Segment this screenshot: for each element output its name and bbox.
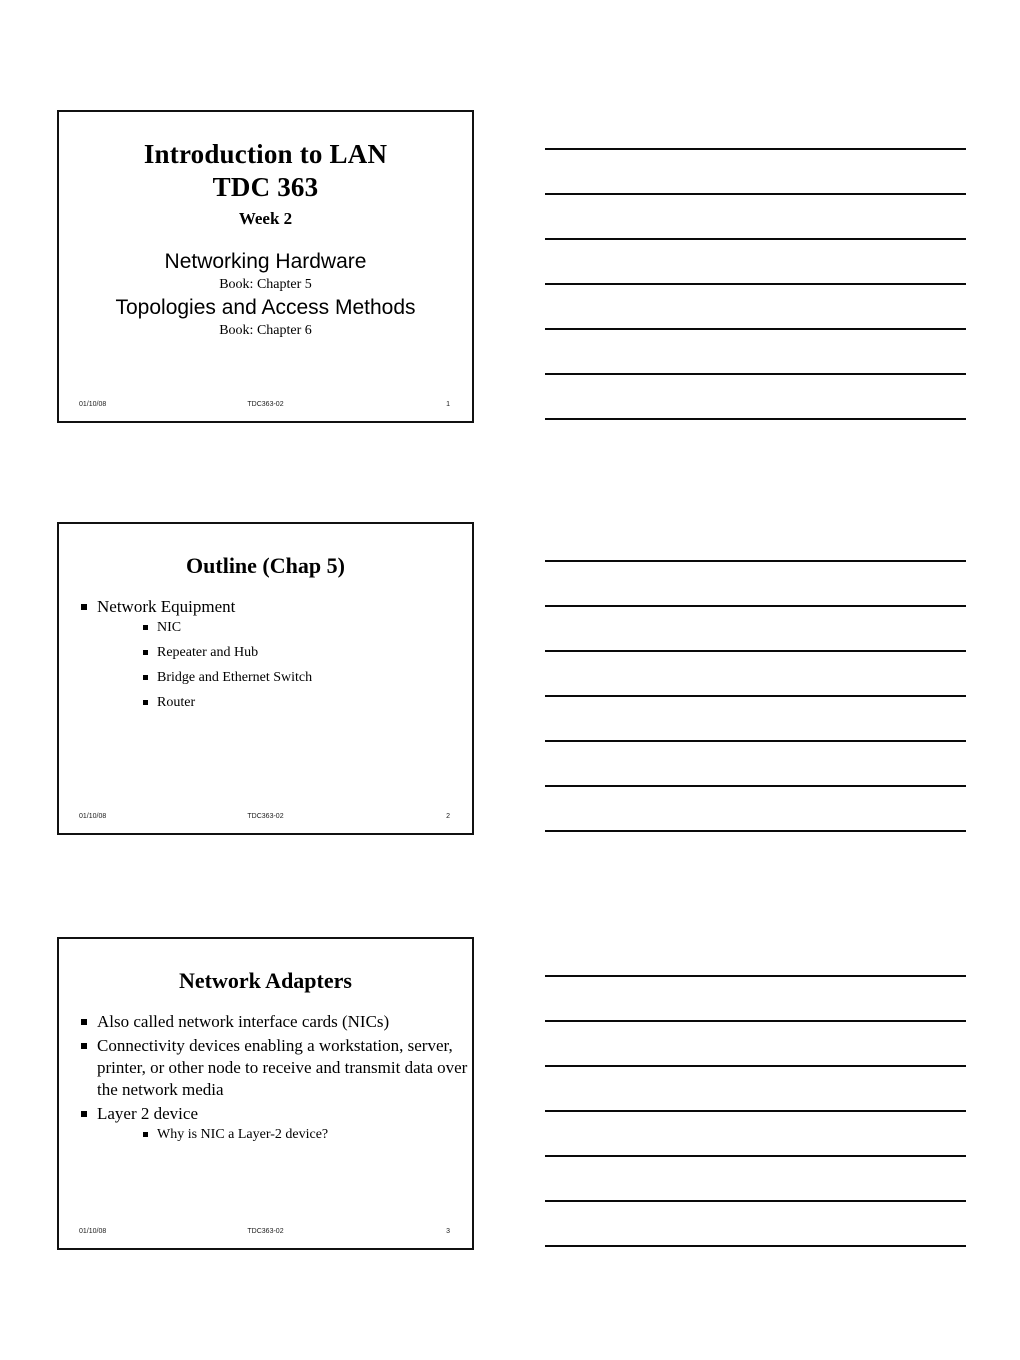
slide-3-footer: 01/10/08 TDC363-02 3	[59, 1228, 472, 1242]
slide-2-body: Outline (Chap 5) Network Equipment NIC R…	[59, 524, 472, 807]
bullet-text: Also called network interface cards (NIC…	[97, 1012, 390, 1031]
square-bullet-icon	[143, 650, 148, 655]
sub-bullet-item: Router	[97, 693, 472, 713]
handout-page: Introduction to LAN TDC 363 Week 2 Netwo…	[0, 0, 1020, 1360]
sub-bullet-item: Why is NIC a Layer-2 device?	[97, 1125, 472, 1145]
slide-2-footer-code: TDC363-02	[247, 813, 284, 820]
note-line	[545, 1110, 966, 1112]
square-bullet-icon	[143, 1132, 148, 1137]
bullet-item: Layer 2 device Why is NIC a Layer-2 devi…	[59, 1103, 472, 1145]
note-line	[545, 740, 966, 742]
note-line	[545, 975, 966, 977]
sub-bullet-list: Why is NIC a Layer-2 device?	[97, 1125, 472, 1145]
notes-area-3[interactable]	[545, 937, 966, 1250]
bullet-item: Network Equipment NIC Repeater and Hub B…	[59, 596, 472, 713]
note-line	[545, 238, 966, 240]
sub-bullet-text: NIC	[157, 620, 182, 635]
note-line	[545, 1245, 966, 1247]
slide-1-title-line-1: Introduction to LAN	[143, 139, 388, 169]
sub-bullet-text: Bridge and Ethernet Switch	[157, 670, 313, 685]
square-bullet-icon	[81, 604, 87, 610]
slide-1-title-line-2: TDC 363	[212, 172, 319, 202]
slide-1-footer-code: TDC363-02	[247, 401, 284, 408]
sub-bullet-item: Repeater and Hub	[97, 643, 472, 663]
bullet-text: Connectivity devices enabling a workstat…	[97, 1036, 468, 1099]
slide-1-book-2: Book: Chapter 6	[219, 323, 312, 338]
note-line	[545, 650, 966, 652]
note-line	[545, 1020, 966, 1022]
bullet-text: Network Equipment	[97, 597, 236, 616]
sub-bullet-text: Router	[157, 695, 196, 710]
slide-3-body: Network Adapters Also called network int…	[59, 939, 472, 1222]
square-bullet-icon	[81, 1019, 87, 1025]
slide-3[interactable]: Network Adapters Also called network int…	[57, 937, 474, 1250]
note-line	[545, 560, 966, 562]
note-line	[545, 193, 966, 195]
sub-bullet-text: Repeater and Hub	[157, 645, 259, 660]
slide-3-footer-code: TDC363-02	[247, 1228, 284, 1235]
note-line	[545, 373, 966, 375]
slide-1-subtitle-2: Topologies and Access Methods	[115, 296, 416, 319]
note-line	[545, 328, 966, 330]
slide-1-subtitle-1: Networking Hardware	[164, 250, 367, 273]
slide-2-bullet-list: Network Equipment NIC Repeater and Hub B…	[59, 596, 472, 713]
slide-2-title: Outline (Chap 5)	[186, 553, 345, 578]
square-bullet-icon	[81, 1111, 87, 1117]
note-line	[545, 283, 966, 285]
slide-2[interactable]: Outline (Chap 5) Network Equipment NIC R…	[57, 522, 474, 835]
slide-1-book-1: Book: Chapter 5	[219, 277, 312, 292]
note-line	[545, 1065, 966, 1067]
sub-bullet-item: Bridge and Ethernet Switch	[97, 668, 472, 688]
note-line	[545, 695, 966, 697]
slide-1-week: Week 2	[238, 209, 293, 228]
note-line	[545, 1155, 966, 1157]
slide-1-footer: 01/10/08 TDC363-02 1	[59, 401, 472, 415]
note-line	[545, 785, 966, 787]
sub-bullet-item: NIC	[97, 618, 472, 638]
bullet-item: Also called network interface cards (NIC…	[59, 1011, 472, 1033]
notes-area-2[interactable]	[545, 522, 966, 835]
sub-bullet-text: Why is NIC a Layer-2 device?	[157, 1127, 329, 1142]
bullet-text: Layer 2 device	[97, 1104, 198, 1123]
slide-2-footer: 01/10/08 TDC363-02 2	[59, 813, 472, 827]
slide-3-bullet-list: Also called network interface cards (NIC…	[59, 1011, 472, 1145]
bullet-item: Connectivity devices enabling a workstat…	[59, 1035, 472, 1101]
note-line	[545, 418, 966, 420]
slide-1-footer-number: 1	[446, 401, 450, 408]
note-line	[545, 1200, 966, 1202]
slide-1[interactable]: Introduction to LAN TDC 363 Week 2 Netwo…	[57, 110, 474, 423]
note-line	[545, 830, 966, 832]
sub-bullet-list: NIC Repeater and Hub Bridge and Ethernet…	[97, 618, 472, 713]
slide-2-footer-number: 2	[446, 813, 450, 820]
note-line	[545, 148, 966, 150]
square-bullet-icon	[143, 700, 148, 705]
square-bullet-icon	[143, 675, 148, 680]
slide-3-title: Network Adapters	[179, 968, 352, 993]
slide-1-body: Introduction to LAN TDC 363 Week 2 Netwo…	[59, 112, 472, 395]
square-bullet-icon	[143, 625, 148, 630]
square-bullet-icon	[81, 1043, 87, 1049]
slide-3-footer-number: 3	[446, 1228, 450, 1235]
note-line	[545, 605, 966, 607]
notes-area-1[interactable]	[545, 110, 966, 423]
